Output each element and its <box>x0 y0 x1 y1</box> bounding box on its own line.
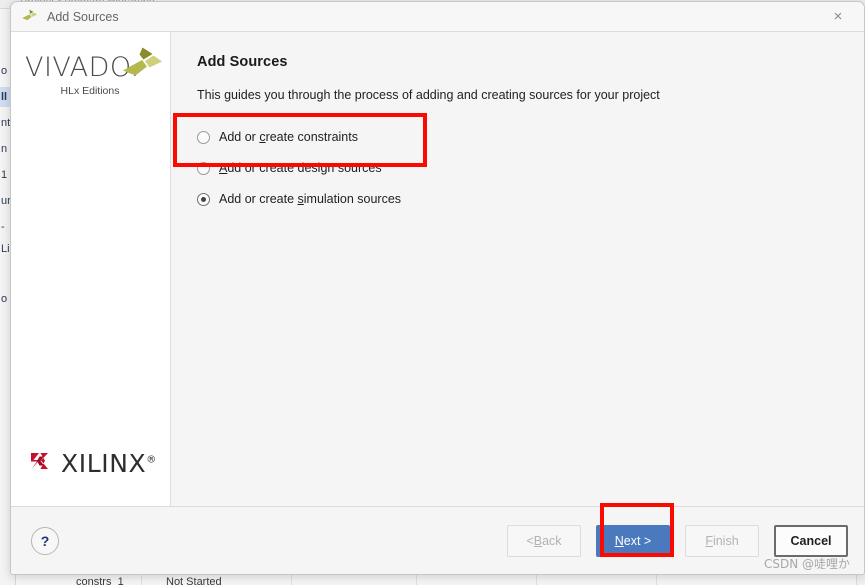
xilinx-registered-mark: ® <box>146 454 157 466</box>
source-type-radio-group: Add or create constraints Add or create … <box>173 113 864 212</box>
finish-button[interactable]: Finish <box>685 524 759 557</box>
radio-option-add-or-create-simulation-sources[interactable]: Add or create simulation sources <box>197 186 864 212</box>
add-sources-dialog: Add Sources × VIVADO. HLx Editions <box>10 1 865 575</box>
branding-panel: VIVADO. HLx Editions XILINX® <box>11 32 171 506</box>
radio-label-constraints: Add or create constraints <box>219 130 358 144</box>
radio-indicator-simulation-sources[interactable] <box>197 192 210 206</box>
finish-button-mnemonic: F <box>705 533 713 548</box>
back-button-mnemonic: B <box>533 533 543 548</box>
page-title: Add Sources <box>197 54 288 70</box>
radio-label-simulation-sources: Add or create simulation sources <box>219 192 401 206</box>
vivado-propeller-logo-icon <box>121 46 163 89</box>
radio-label-simulation-sources-suffix: imulation sources <box>303 192 402 206</box>
dialog-button-row: < Back Next > Finish Cancel <box>507 502 848 557</box>
radio-label-constraints-prefix: Add or <box>219 130 260 144</box>
next-button-suffix: ext > <box>623 533 652 548</box>
help-button[interactable]: ? <box>31 526 59 555</box>
radio-indicator-design-sources[interactable] <box>197 161 210 175</box>
page-description: This guides you through the process of a… <box>197 88 660 102</box>
xilinx-mark-icon <box>28 449 52 478</box>
dialog-title: Add Sources <box>47 9 119 24</box>
next-button[interactable]: Next > <box>596 524 670 557</box>
vivado-product-name: VIVADO <box>25 52 131 83</box>
back-button-prefix: < <box>526 533 534 548</box>
vivado-propeller-icon <box>21 9 38 24</box>
radio-indicator-constraints[interactable] <box>197 130 210 144</box>
radio-label-design-sources: Add or create design sources <box>219 161 382 175</box>
xilinx-wordmark: XILINX® <box>61 451 157 476</box>
radio-label-constraints-suffix: reate constraints <box>265 130 358 144</box>
back-button[interactable]: < Back <box>507 524 581 557</box>
xilinx-logo: XILINX® <box>28 449 157 478</box>
dialog-title-bar[interactable]: Add Sources × <box>11 2 864 32</box>
background-table-cell-status: Not Started <box>166 576 222 585</box>
xilinx-company-name: XILINX <box>61 449 147 478</box>
back-button-suffix: ack <box>542 533 562 548</box>
radio-option-add-or-create-design-sources[interactable]: Add or create design sources <box>197 155 864 181</box>
vivado-logo: VIVADO. HLx Editions <box>25 47 162 97</box>
dialog-footer: ? < Back Next > Finish Cancel CSDN @唗哩か <box>11 502 864 574</box>
content-panel: Add Sources This guides you through the … <box>171 32 864 506</box>
radio-option-add-or-create-constraints[interactable]: Add or create constraints <box>197 124 864 150</box>
watermark: CSDN @唗哩か <box>763 557 850 571</box>
next-button-mnemonic: N <box>614 533 624 548</box>
radio-label-design-sources-suffix: dd or create design sources <box>227 161 382 175</box>
background-table-cell-name: constrs_1 <box>76 576 124 585</box>
cancel-button-label: Cancel <box>790 533 832 548</box>
close-icon[interactable]: × <box>816 3 860 31</box>
dialog-body: VIVADO. HLx Editions XILINX® Add Sources… <box>11 32 864 506</box>
cancel-button[interactable]: Cancel <box>774 524 848 557</box>
finish-button-suffix: inish <box>712 533 739 548</box>
radio-label-simulation-sources-prefix: Add or create <box>219 192 298 206</box>
